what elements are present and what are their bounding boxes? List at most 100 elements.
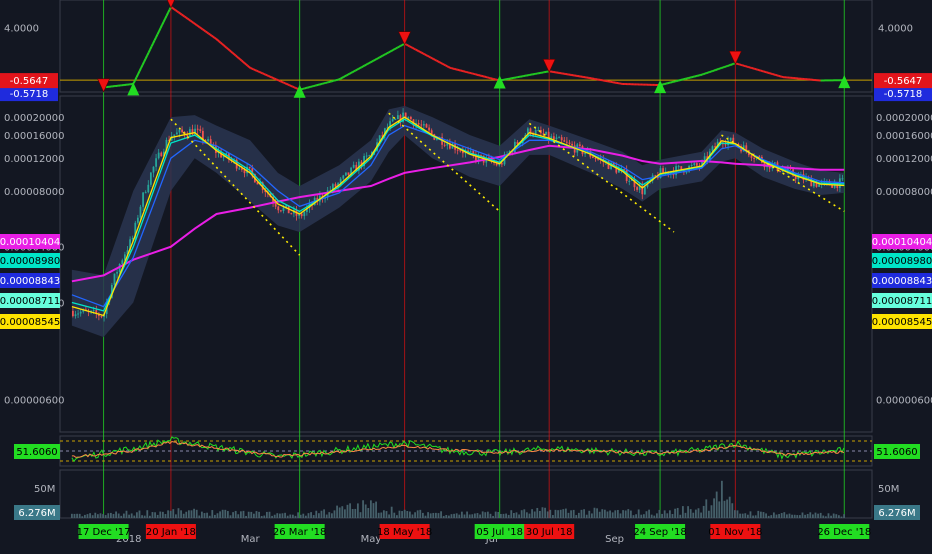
volume-bar [778,514,780,518]
volume-bar [107,513,109,518]
volume-bar [253,514,255,518]
oscillator-line-segment [386,53,388,54]
volume-bar [347,505,349,518]
price-value-tag-right-text: 0.00008545 [872,317,932,328]
volume-bar [263,516,265,518]
volume-tick-left: 50M [34,484,55,495]
volume-bar [393,513,395,518]
oscillator-line-segment [731,64,733,65]
oscillator-line-segment [296,88,298,89]
volume-bar [490,514,492,518]
oscillator-line-segment [438,61,440,62]
oscillator-line-segment [167,13,169,16]
volume-bar [243,511,245,518]
oscillator-line-segment [155,37,157,40]
price-value-tag-left-text: 0.00008843 [0,276,60,287]
oscillator-line-segment [362,66,364,67]
volume-bar [443,516,445,518]
oscillator-line-segment [410,46,412,47]
oscillator-line-segment [414,49,416,50]
volume-bar [245,516,247,518]
volume-bar [185,512,187,518]
candle-body [571,144,573,146]
oscillator-line-segment [158,31,160,34]
volume-bar [175,514,177,518]
volume-bar [549,510,551,518]
oscillator-line-segment [399,46,401,47]
oscillator-line-segment [384,54,386,55]
volume-bar [497,512,499,518]
volume-bar [334,510,336,518]
signal-date-label-buy-text: 26 Dec '18 [817,527,871,538]
oscillator-line-segment [422,53,424,54]
oscillator-line-segment [249,67,251,68]
oscillator-line-segment [347,75,349,76]
signal-date-label-buy-text: 24 Sep '18 [633,527,686,538]
volume-bar [282,513,284,518]
oscillator-line-segment [204,30,206,31]
candle-body [93,310,95,311]
volume-tick-right: 50M [878,484,899,495]
month-label: Mar [241,534,261,545]
volume-bar [120,516,122,518]
price-value-tag-right: 0.00008545 [872,314,932,329]
volume-bar [172,509,174,518]
volume-bar [484,512,486,518]
volume-bar [469,514,471,518]
volume-bar [698,508,700,518]
oscillator-line-segment [711,71,713,72]
volume-bar [747,515,749,518]
volume-bar [217,513,219,518]
oscillator-line-segment [402,44,404,45]
volume-bar [427,512,429,518]
volume-bar [765,513,767,518]
price-value-tag-left-text: 0.00008711 [0,296,60,307]
volume-bar [315,511,317,518]
volume-bar [230,515,232,518]
oscillator-line-segment [413,48,415,49]
oscillator-line-segment [339,79,341,80]
volume-bar [118,514,120,518]
volume-bar [588,511,590,518]
volume-bar [94,513,96,518]
volume-bar [152,512,154,518]
candle-body [189,129,191,136]
oscillator-line-segment [387,52,389,53]
oscillator-line-segment [225,46,227,47]
candle-body [366,156,368,157]
rsi-value-tag-right: 51.6060 [874,444,920,459]
price-value-tag-left-text: 0.00008980 [0,256,60,267]
oscillator-line-segment [186,18,188,19]
volume-bar [692,513,694,518]
oscillator-line-segment [275,79,277,80]
oscillator-line-segment [179,12,181,13]
volume-bar [513,513,515,518]
oscillator-line-segment [350,73,352,74]
volume-bar [318,513,320,518]
signal-date-label-buy: 17 Dec '17 [77,524,131,539]
oscillator-line-segment [426,55,428,56]
volume-value-tag-left: 6.276M [14,505,60,520]
volume-bar [776,515,778,518]
oscillator-line-segment [149,50,151,53]
oscillator-line-segment [723,67,725,68]
volume-bar [133,516,135,518]
osc-value-tag-right-1-text: -0.5647 [884,76,923,87]
osc-value-tag-right-2-text: -0.5718 [884,89,923,100]
volume-bar [529,514,531,518]
oscillator-line-segment [401,45,403,46]
oscillator-line-segment [353,71,355,72]
oscillator-line-segment [152,43,154,46]
volume-bar [292,515,294,518]
volume-value-tag-right: 6.276M [874,505,920,520]
volume-bar [763,512,765,518]
volume-bar [300,515,302,518]
oscillator-line-segment [243,62,245,63]
oscillator-line-segment [446,65,448,66]
price-tick-right: 0.00008000 [876,187,932,198]
oscillator-line-segment [447,66,449,67]
oscillator-line-segment [392,50,394,51]
volume-bar [503,514,505,518]
volume-bar [830,516,832,518]
candle-body [290,213,292,214]
